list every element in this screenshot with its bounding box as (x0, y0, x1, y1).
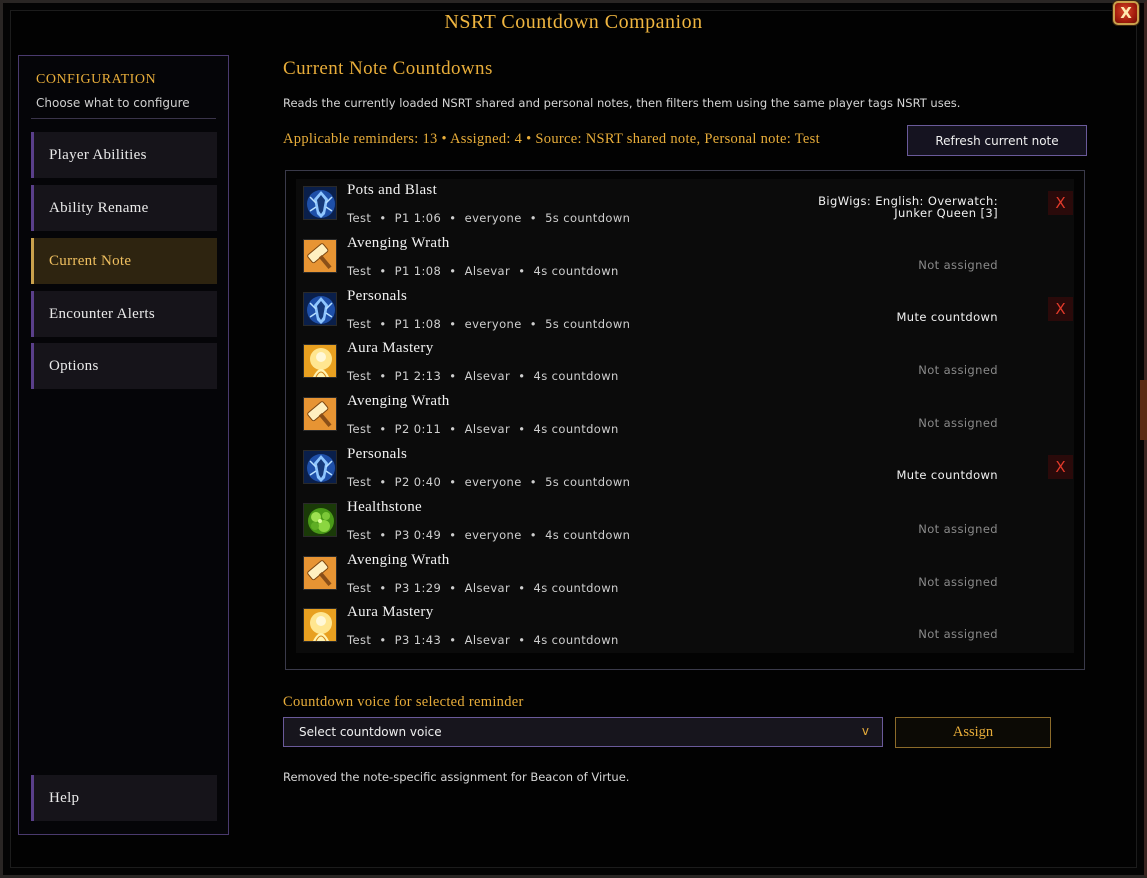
reminder-row[interactable]: Avenging Wrath Test • P3 1:29 • Alsevar •… (296, 549, 1074, 601)
reminder-name: Avenging Wrath (347, 235, 450, 251)
voice-select[interactable]: Select countdown voice v (283, 717, 883, 747)
reminder-row[interactable]: Personals Test • P1 1:08 • everyone • 5s … (296, 285, 1074, 337)
reminder-assignment: Mute countdown (896, 468, 998, 482)
reminder-meta: Test • P2 0:40 • everyone • 5s countdown (347, 475, 631, 489)
background-edge (1140, 380, 1147, 440)
sidebar-item-label: Options (49, 357, 99, 374)
page-title: Current Note Countdowns (283, 58, 493, 79)
remove-assignment-button[interactable]: X (1048, 455, 1073, 479)
page-description: Reads the currently loaded NSRT shared a… (283, 96, 961, 110)
shield-rune-icon (303, 292, 337, 326)
aura-icon (303, 344, 337, 378)
sidebar-subheading: Choose what to configure (36, 96, 190, 110)
reminder-meta: Test • P3 1:29 • Alsevar • 4s countdown (347, 581, 619, 595)
shield-rune-icon (303, 450, 337, 484)
sidebar-item-player-abilities[interactable]: Player Abilities (31, 132, 217, 178)
reminder-name: Aura Mastery (347, 604, 434, 620)
reminder-meta: Test • P1 2:13 • Alsevar • 4s countdown (347, 369, 619, 383)
sidebar-item-label: Help (49, 789, 80, 806)
reminder-row[interactable]: Pots and Blast Test • P1 1:06 • everyone … (296, 179, 1074, 231)
reminder-assignment: Not assigned (918, 627, 998, 641)
reminder-list-panel: Pots and Blast Test • P1 1:06 • everyone … (285, 170, 1085, 670)
reminder-row[interactable]: Aura Mastery Test • P1 2:13 • Alsevar • 4… (296, 337, 1074, 389)
hammer-icon (303, 239, 337, 273)
reminder-row[interactable]: Avenging Wrath Test • P2 0:11 • Alsevar •… (296, 390, 1074, 442)
reminder-name: Personals (347, 446, 408, 462)
close-icon: X (1120, 4, 1132, 22)
sidebar-item-options[interactable]: Options (31, 343, 217, 389)
shield-rune-icon (303, 186, 337, 220)
reminder-assignment: Not assigned (918, 416, 998, 430)
voice-select-value: Select countdown voice (299, 725, 442, 739)
reminder-meta: Test • P1 1:06 • everyone • 5s countdown (347, 211, 631, 225)
reminder-assignment: Not assigned (918, 522, 998, 536)
reminder-assignment: Not assigned (918, 575, 998, 589)
sidebar-item-label: Ability Rename (49, 199, 149, 216)
reminder-name: Avenging Wrath (347, 552, 450, 568)
hammer-icon (303, 397, 337, 431)
aura-icon (303, 608, 337, 642)
reminder-assignment: Not assigned (918, 363, 998, 377)
reminder-name: Avenging Wrath (347, 393, 450, 409)
reminder-assignment: Mute countdown (896, 310, 998, 324)
status-message: Removed the note-specific assignment for… (283, 770, 630, 784)
reminder-meta: Test • P1 1:08 • Alsevar • 4s countdown (347, 264, 619, 278)
healthstone-icon (303, 503, 337, 537)
sidebar-item-ability-rename[interactable]: Ability Rename (31, 185, 217, 231)
close-button[interactable]: X (1113, 1, 1139, 25)
reminder-name: Healthstone (347, 499, 422, 515)
refresh-note-button[interactable]: Refresh current note (907, 125, 1087, 156)
reminder-meta: Test • P3 1:43 • Alsevar • 4s countdown (347, 633, 619, 647)
sidebar-item-encounter-alerts[interactable]: Encounter Alerts (31, 291, 217, 337)
sidebar-item-label: Current Note (49, 252, 132, 269)
remove-assignment-button[interactable]: X (1048, 297, 1073, 321)
reminder-assignment: BigWigs: English: Overwatch: Junker Quee… (818, 194, 998, 220)
reminder-meta: Test • P2 0:11 • Alsevar • 4s countdown (347, 422, 619, 436)
reminder-row[interactable]: Avenging Wrath Test • P1 1:08 • Alsevar •… (296, 232, 1074, 284)
assign-button[interactable]: Assign (895, 717, 1051, 748)
voice-label: Countdown voice for selected reminder (283, 694, 524, 710)
sidebar-item-label: Encounter Alerts (49, 305, 156, 322)
reminder-list[interactable]: Pots and Blast Test • P1 1:06 • everyone … (296, 179, 1074, 653)
sidebar-item-current-note[interactable]: Current Note (31, 238, 217, 284)
reminder-name: Pots and Blast (347, 182, 438, 198)
reminder-row[interactable]: Healthstone Test • P3 0:49 • everyone • 4… (296, 496, 1074, 548)
sidebar: CONFIGURATION Choose what to configure P… (18, 55, 229, 835)
sidebar-item-label: Player Abilities (49, 146, 147, 163)
reminder-name: Personals (347, 288, 408, 304)
reminder-summary: Applicable reminders: 13 • Assigned: 4 •… (283, 131, 820, 147)
hammer-icon (303, 556, 337, 590)
chevron-down-icon: v (861, 724, 869, 738)
sidebar-heading: CONFIGURATION (36, 72, 157, 87)
reminder-assignment: Not assigned (918, 258, 998, 272)
reminder-meta: Test • P1 1:08 • everyone • 5s countdown (347, 317, 631, 331)
window-title: NSRT Countdown Companion (444, 11, 703, 33)
sidebar-divider (31, 118, 216, 119)
remove-assignment-button[interactable]: X (1048, 191, 1073, 215)
reminder-meta: Test • P3 0:49 • everyone • 4s countdown (347, 528, 631, 542)
sidebar-item-help[interactable]: Help (31, 775, 217, 821)
reminder-row[interactable]: Personals Test • P2 0:40 • everyone • 5s … (296, 443, 1074, 495)
reminder-name: Aura Mastery (347, 340, 434, 356)
reminder-row[interactable]: Aura Mastery Test • P3 1:43 • Alsevar • 4… (296, 601, 1074, 653)
